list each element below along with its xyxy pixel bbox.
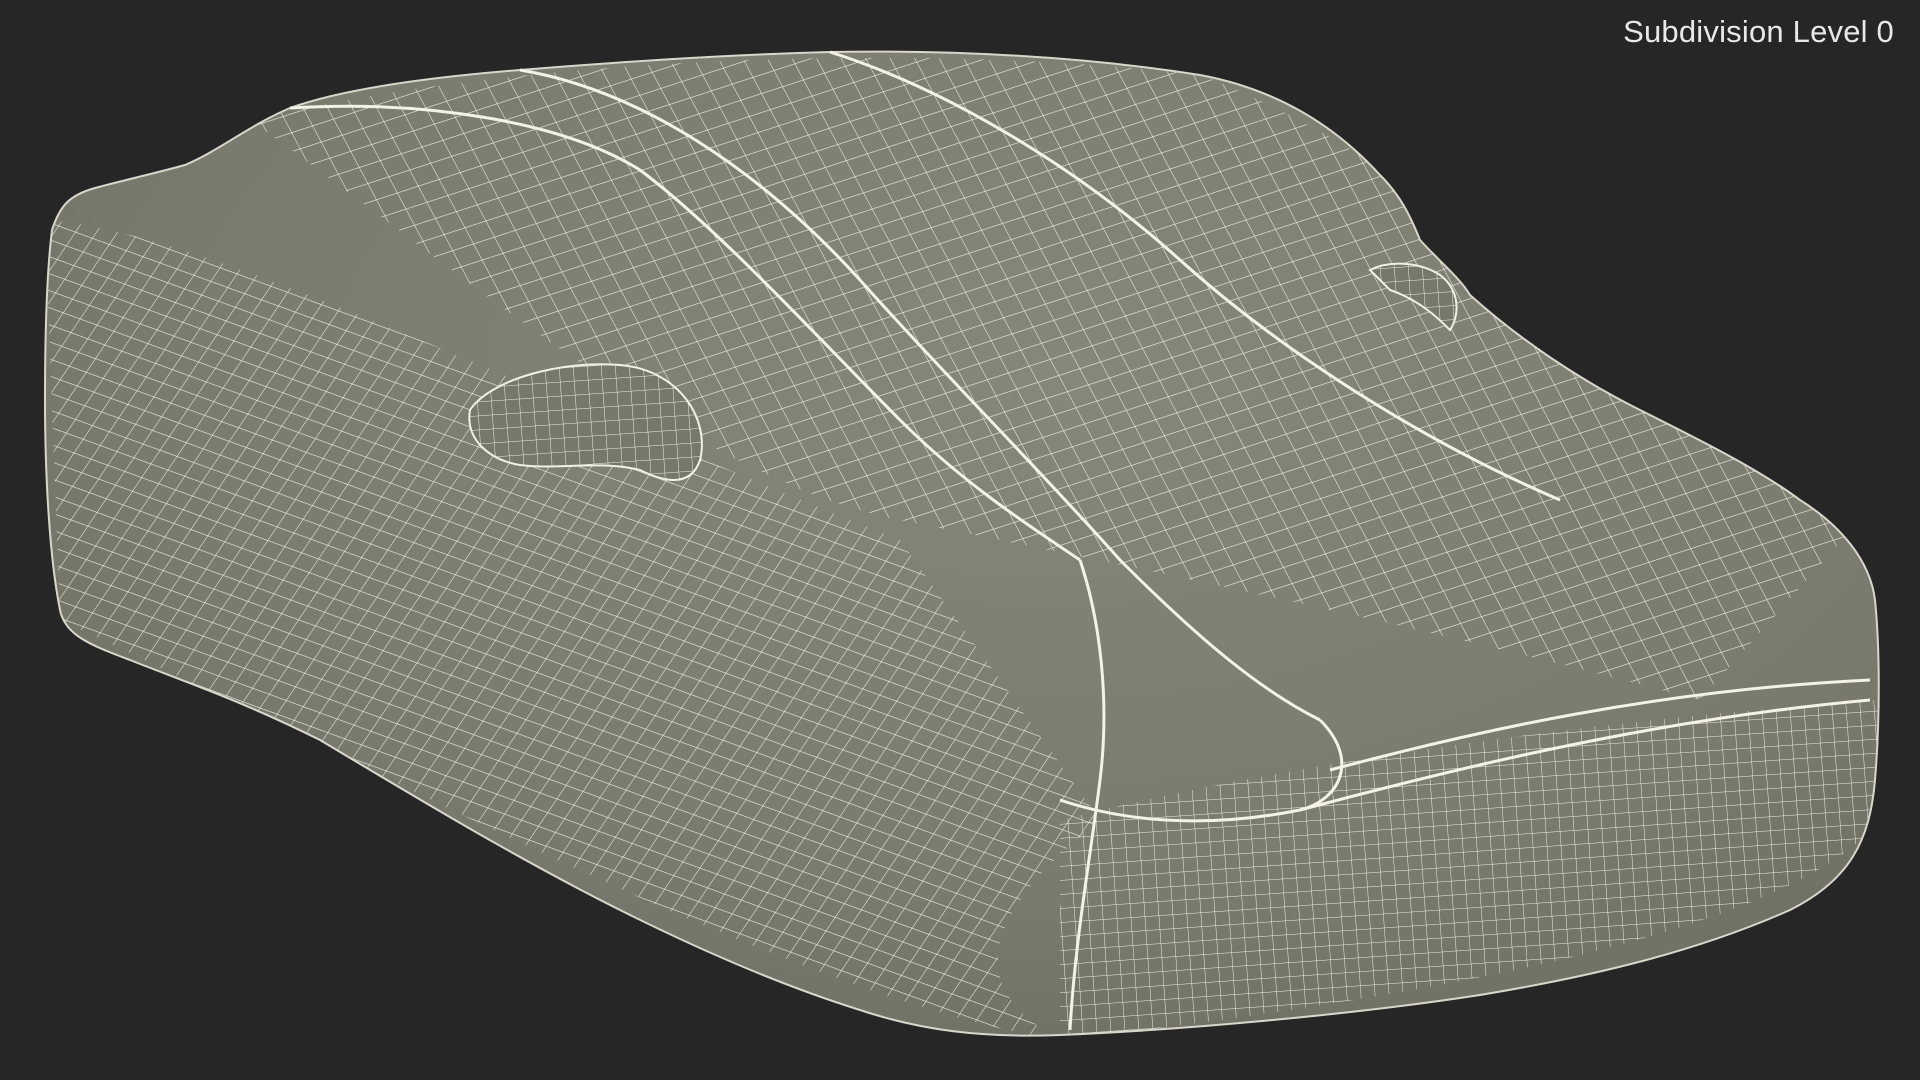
car-cover-wireframe-mesh — [43, 50, 1880, 1037]
car-body-shape — [45, 51, 1879, 1036]
subdivision-level-label: Subdivision Level 0 — [1623, 14, 1894, 49]
render-viewport: Subdivision Level 0 — [0, 0, 1920, 1080]
